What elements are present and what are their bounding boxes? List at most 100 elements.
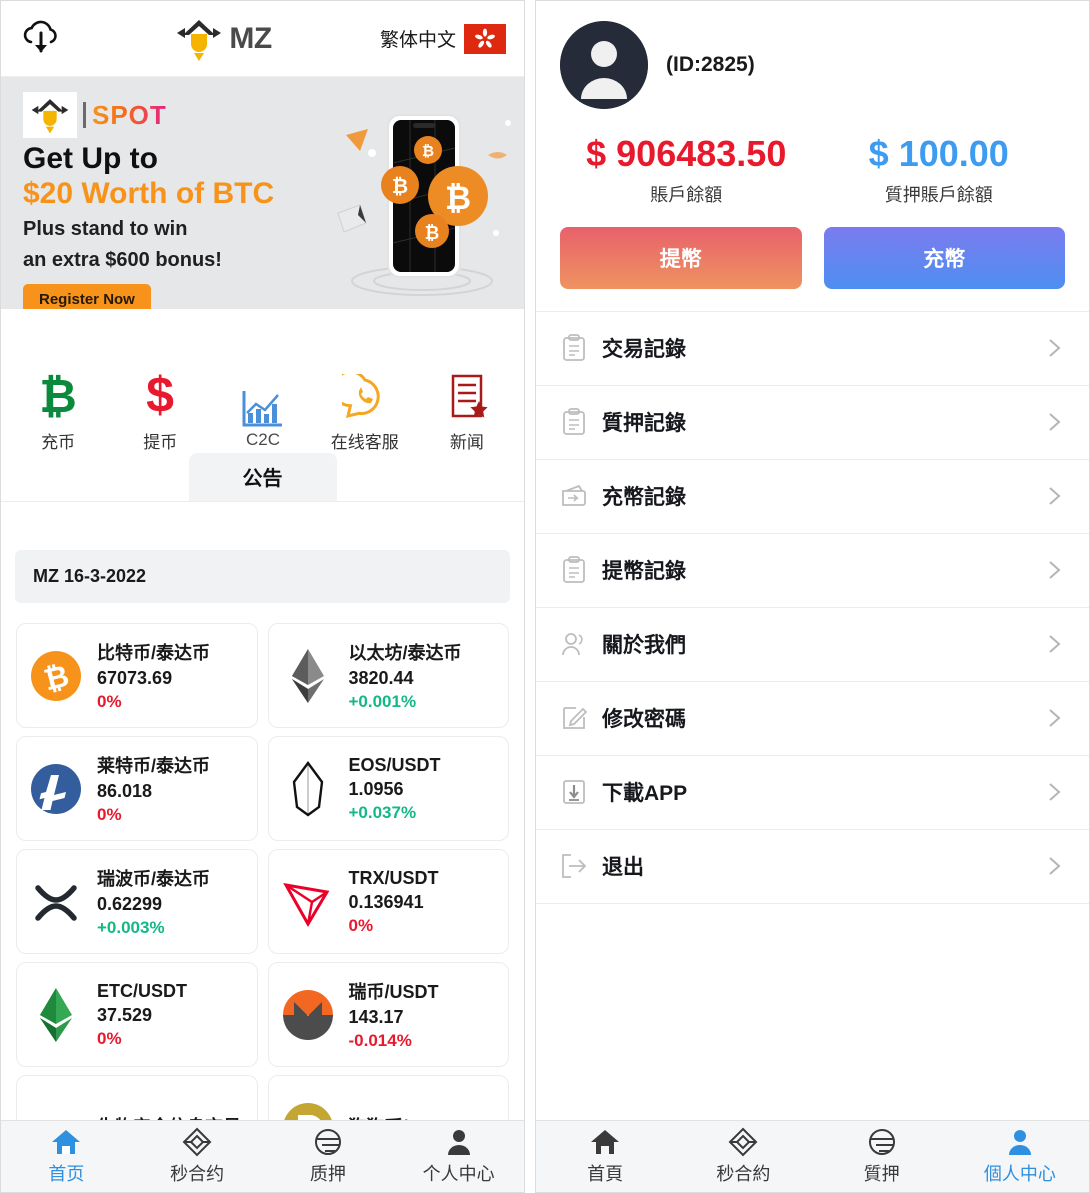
register-now-button[interactable]: Register Now (23, 283, 151, 309)
quick-action-support[interactable]: 在线客服 (314, 366, 416, 453)
logo-text: MZ (229, 21, 272, 55)
market-price: 86.018 (97, 781, 153, 801)
quick-action-label: 在线客服 (330, 433, 399, 452)
person-icon (1005, 1127, 1035, 1157)
banner-line2: $20 Worth of BTC (23, 177, 275, 211)
menu-item-trade-records[interactable]: 交易記錄 (536, 312, 1089, 386)
quick-action-deposit[interactable]: ₿ 充币 (7, 364, 109, 453)
trx-icon (279, 873, 337, 931)
market-name: EOS/USDT (348, 754, 441, 775)
logout-icon (560, 852, 588, 880)
menu-item-download-app[interactable]: 下載APP (536, 756, 1089, 830)
profile-menu: 交易記錄 質押記錄 充幣記錄 提幣記錄 關於我們 修改密碼 下載APP 退出 (536, 310, 1089, 1104)
banner-illustration: ₿ ₿ ₿ ₿ (310, 93, 520, 303)
market-change: +0.037% (348, 802, 417, 822)
menu-item-about-us[interactable]: 關於我們 (536, 608, 1089, 682)
home-scroll-area[interactable]: MZ 繁体中文 SPOT Get Up to $20 Worth of BTC … (1, 1, 524, 1120)
market-row[interactable]: EOS/USDT 1.0956 +0.037% (267, 736, 509, 841)
market-name: TRX/USDT (348, 867, 439, 888)
market-list: ₿ 比特币/泰达币 67073.69 0% 以太坊/泰达币 3820.44 +0… (1, 603, 524, 1120)
market-name: ETC/USDT (97, 980, 187, 1001)
svg-text:$: $ (146, 367, 174, 422)
announcement-item[interactable]: MZ 16-3-2022 (15, 550, 510, 603)
user-avatar[interactable] (560, 21, 648, 109)
nav-item-profile[interactable]: 个人中心 (393, 1127, 524, 1186)
menu-item-logout[interactable]: 退出 (536, 830, 1089, 904)
nav-label: 秒合約 (716, 1164, 771, 1184)
nav-item-home[interactable]: 首页 (1, 1127, 132, 1186)
banner-line4: an extra $600 bonus! (23, 248, 222, 271)
market-price: 0.136941 (348, 891, 424, 912)
market-row[interactable]: ETC/USDT 37.529 0% (16, 962, 258, 1067)
quick-action-c2c[interactable]: C2C C2C (211, 391, 313, 453)
market-row[interactable]: 狗狗币/USDT (267, 1075, 509, 1120)
market-row[interactable]: TRX/USDT 0.136941 0% (267, 849, 509, 954)
market-row[interactable]: 生物安全信息交易 (16, 1075, 258, 1120)
users-icon (560, 630, 588, 658)
chevron-right-icon (1043, 781, 1065, 803)
profile-panel: (ID:2825) $ 906483.50 賬戶餘額 $ 100.00 質押賬戶… (535, 0, 1090, 1193)
nav-label: 首页 (48, 1164, 85, 1184)
market-change: +0.003% (97, 918, 165, 937)
spot-logo-icon (23, 92, 77, 138)
umbrella-logo-icon (177, 19, 222, 61)
profile-scroll-area[interactable]: (ID:2825) $ 906483.50 賬戶餘額 $ 100.00 質押賬戶… (536, 1, 1089, 1120)
chevron-right-icon (1043, 633, 1065, 655)
quick-action-news[interactable]: 新闻 (416, 366, 518, 453)
menu-label: 關於我們 (602, 634, 686, 658)
profile-identity: (ID:2825) (560, 21, 1065, 109)
market-change: 0% (97, 1028, 122, 1048)
svg-text:C2C: C2C (245, 430, 279, 449)
eos-icon (279, 760, 337, 818)
withdraw-button[interactable]: 提幣 (560, 226, 802, 289)
nav-item-profile[interactable]: 個人中心 (951, 1127, 1089, 1186)
cloud-download-icon[interactable] (19, 19, 65, 59)
home-icon (51, 1127, 81, 1157)
announcement-section: 公告 MZ 16-3-2022 (1, 453, 524, 603)
market-change: 0% (348, 915, 374, 935)
nav-item-contract[interactable]: 秒合約 (674, 1127, 812, 1186)
menu-item-withdraw-records[interactable]: 提幣記錄 (536, 534, 1089, 608)
market-price: 67073.69 (97, 668, 173, 688)
quick-action-withdraw[interactable]: $ 提币 (109, 366, 211, 453)
deposit-button[interactable]: 充幣 (823, 226, 1065, 289)
market-change: 0% (97, 692, 122, 711)
market-row[interactable]: 以太坊/泰达币 3820.44 +0.001% (267, 623, 509, 728)
market-change: 0% (97, 805, 122, 824)
menu-item-deposit-records[interactable]: 充幣記錄 (536, 460, 1089, 534)
tab-announcement[interactable]: 公告 (188, 453, 337, 501)
bottom-navigation: 首页 秒合约 质押 个人中心 (1, 1120, 524, 1192)
menu-item-change-password[interactable]: 修改密碼 (536, 682, 1089, 756)
chevron-right-icon (1043, 707, 1065, 729)
promo-banner[interactable]: SPOT Get Up to $20 Worth of BTC Plus sta… (1, 77, 524, 309)
market-row[interactable]: ₿ 比特币/泰达币 67073.69 0% (16, 623, 258, 728)
market-name: 瑞币/USDT (348, 982, 439, 1002)
market-row[interactable]: 瑞波币/泰达币 0.62299 +0.003% (16, 849, 258, 954)
nav-item-contract[interactable]: 秒合约 (132, 1127, 263, 1186)
market-change: +0.001% (348, 692, 417, 711)
dollar-icon: $ (138, 366, 182, 422)
balance-stake-amount: $ 100.00 (868, 133, 1009, 174)
market-price: 0.62299 (97, 894, 163, 914)
app-header: MZ 繁体中文 (1, 1, 524, 77)
banner-brand: SPOT (92, 99, 167, 130)
market-price: 37.529 (97, 1004, 153, 1025)
balance-stake: $ 100.00 質押賬戶餘額 (813, 135, 1066, 207)
market-row[interactable]: 莱特币/泰达币 86.018 0% (16, 736, 258, 841)
nav-item-home[interactable]: 首頁 (536, 1127, 674, 1186)
stake-icon (867, 1127, 897, 1157)
clipboard-icon (560, 334, 588, 362)
banner-line3: Plus stand to win (23, 217, 188, 240)
quick-action-label: 提币 (143, 433, 178, 452)
profile-actions: 提幣 充幣 (560, 226, 1065, 311)
nav-item-stake[interactable]: 質押 (813, 1127, 951, 1186)
nav-item-stake[interactable]: 质押 (263, 1127, 394, 1186)
menu-item-stake-records[interactable]: 質押記錄 (536, 386, 1089, 460)
nav-label: 首頁 (587, 1164, 624, 1184)
balance-main-label: 賬戶餘額 (650, 184, 723, 205)
bsv-icon (27, 1099, 85, 1121)
language-selector[interactable]: 繁体中文 (380, 23, 506, 54)
market-name: 以太坊/泰达币 (348, 643, 462, 663)
bottom-navigation: 首頁 秒合約 質押 個人中心 (536, 1120, 1089, 1192)
market-row[interactable]: 瑞币/USDT 143.17 -0.014% (267, 962, 509, 1067)
